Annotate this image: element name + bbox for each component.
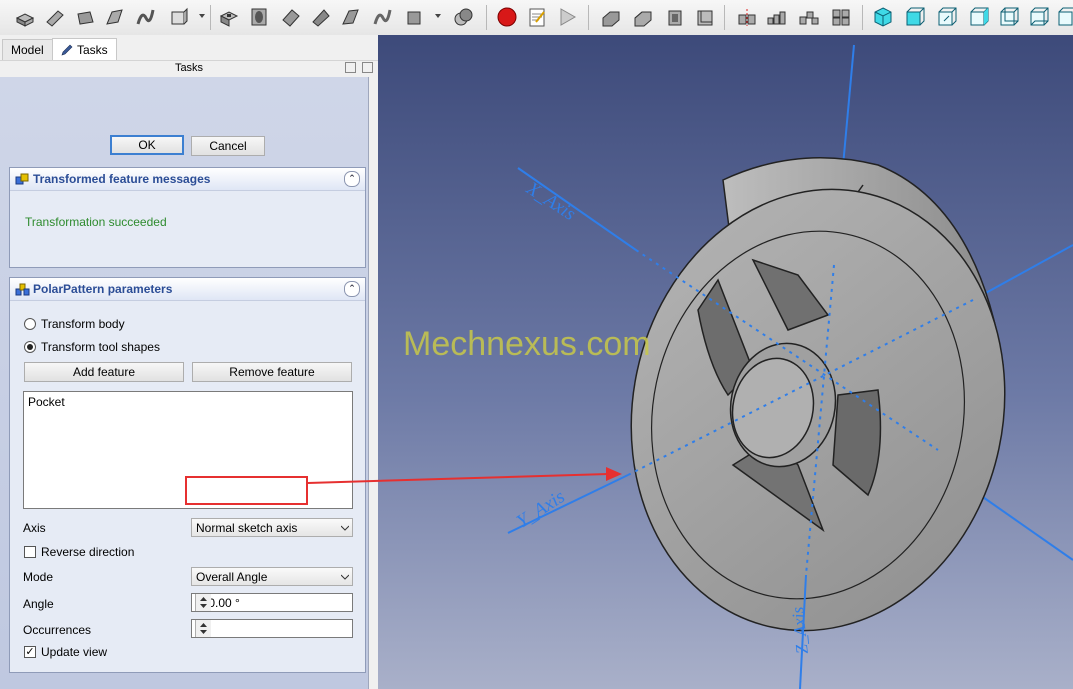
macro-record-icon[interactable] [496, 6, 518, 28]
pencil-icon [61, 41, 73, 56]
chevron-down-icon[interactable] [199, 14, 205, 18]
transformed-feature-icon [15, 172, 30, 187]
occurrences-label: Occurrences [23, 623, 92, 637]
boolean-icon[interactable] [452, 6, 474, 28]
toolbar-separator [724, 5, 725, 30]
collapse-icon[interactable]: ⌃ [344, 281, 360, 297]
close-panel-icon[interactable] [362, 62, 373, 73]
reverse-direction-checkbox[interactable] [24, 546, 36, 558]
axis-select-value: Normal sketch axis [196, 521, 298, 535]
view-rear-icon[interactable] [998, 6, 1020, 28]
transform-body-label: Transform body [41, 317, 125, 331]
axis-line [972, 244, 1073, 301]
view-isometric-icon[interactable] [872, 6, 894, 28]
transform-body-radio[interactable] [24, 318, 36, 330]
occurrences-spinbox[interactable]: 4 f(x) [191, 619, 353, 638]
chevron-down-icon [341, 574, 349, 580]
chevron-down-icon[interactable] [435, 14, 441, 18]
float-panel-icon[interactable] [345, 62, 356, 73]
additive-helix-icon[interactable] [134, 6, 156, 28]
toolbar-separator [588, 5, 589, 30]
toolbar-separator [862, 5, 863, 30]
reverse-direction-label: Reverse direction [41, 545, 135, 559]
subtractive-box-icon[interactable] [404, 6, 426, 28]
scrollbar[interactable] [369, 77, 378, 689]
highlight-box [185, 476, 308, 505]
subtractive-helix-icon[interactable] [371, 6, 393, 28]
tab-tasks[interactable]: Tasks [52, 38, 117, 61]
draft-icon[interactable] [664, 6, 686, 28]
polar-pattern-box-title-text: PolarPattern parameters [33, 282, 173, 296]
toolbar-separator [486, 5, 487, 30]
additive-box-icon[interactable] [168, 6, 190, 28]
thickness-icon[interactable] [694, 6, 716, 28]
multi-transform-icon[interactable] [830, 6, 852, 28]
messages-box-title[interactable]: Transformed feature messages ⌃ [10, 168, 365, 191]
pad-icon[interactable] [14, 6, 36, 28]
view-bottom-icon[interactable] [1028, 6, 1050, 28]
chamfer-icon[interactable] [632, 6, 654, 28]
tab-model[interactable]: Model [2, 39, 53, 60]
fillet-icon[interactable] [600, 6, 622, 28]
status-message: Transformation succeeded [25, 215, 167, 229]
polar-pattern-icon [15, 282, 30, 297]
view-top-icon[interactable] [936, 6, 958, 28]
mode-label: Mode [23, 570, 54, 584]
ok-button[interactable]: OK [110, 135, 184, 155]
polar-pattern-box-title[interactable]: PolarPattern parameters ⌃ [10, 278, 365, 301]
remove-feature-button[interactable]: Remove feature [192, 362, 352, 382]
linear-pattern-icon[interactable] [766, 6, 788, 28]
chevron-down-icon [341, 525, 349, 531]
subtractive-pipe-icon[interactable] [340, 6, 362, 28]
revolution-icon[interactable] [44, 6, 66, 28]
transform-tool-shapes-label: Transform tool shapes [41, 340, 160, 354]
angle-spinbox[interactable]: 360.00 ° f(x) [191, 593, 353, 612]
additive-pipe-icon[interactable] [104, 6, 126, 28]
messages-box: Transformed feature messages ⌃ Transform… [9, 167, 366, 268]
macro-edit-icon[interactable] [526, 6, 548, 28]
tab-tasks-label: Tasks [77, 43, 108, 57]
mode-select[interactable]: Overall Angle [191, 567, 353, 586]
spin-arrows-icon[interactable] [195, 594, 211, 611]
mode-select-value: Overall Angle [196, 570, 268, 584]
view-right-icon[interactable] [968, 6, 990, 28]
angle-label: Angle [23, 597, 54, 611]
pocket-icon[interactable] [218, 6, 240, 28]
update-view-checkbox[interactable]: ✓ [24, 646, 36, 658]
view-front-icon[interactable] [904, 6, 926, 28]
axis-select[interactable]: Normal sketch axis [191, 518, 353, 537]
update-view-label: Update view [41, 645, 108, 659]
axis-line [979, 494, 1073, 561]
transform-tool-shapes-radio[interactable] [24, 341, 36, 353]
collapse-icon[interactable]: ⌃ [344, 171, 360, 187]
task-area: OK Cancel Transformed feature messages ⌃… [0, 77, 369, 689]
polar-pattern-icon[interactable] [798, 6, 820, 28]
spin-arrows-icon[interactable] [195, 620, 211, 637]
groove-icon[interactable] [280, 6, 302, 28]
tab-model-label: Model [11, 43, 44, 57]
mirrored-icon[interactable] [736, 6, 758, 28]
subtractive-loft-icon[interactable] [310, 6, 332, 28]
messages-box-title-text: Transformed feature messages [33, 172, 211, 186]
additive-loft-icon[interactable] [74, 6, 96, 28]
hole-icon[interactable] [248, 6, 270, 28]
cancel-button[interactable]: Cancel [191, 136, 265, 156]
add-feature-button[interactable]: Add feature [24, 362, 184, 382]
view-left-icon[interactable] [1056, 6, 1073, 28]
toolbar-separator [210, 5, 211, 30]
list-item[interactable]: Pocket [24, 392, 352, 412]
polar-pattern-box: PolarPattern parameters ⌃ Transform body… [9, 277, 366, 673]
watermark: Mechnexus.com [403, 325, 651, 363]
macro-play-icon[interactable] [556, 6, 578, 28]
3d-viewport[interactable]: Mechnexus.com X_Axis Y_Axis Z_Axis [378, 35, 1073, 689]
axis-label: Axis [23, 521, 46, 535]
toolbar [0, 0, 1073, 36]
combo-view-panel: Model Tasks Tasks OK Cancel Transformed … [0, 35, 378, 689]
panel-title: Tasks [0, 60, 378, 76]
